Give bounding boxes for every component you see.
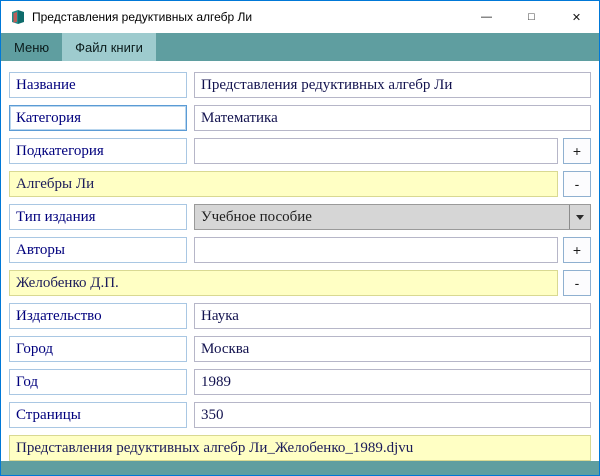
book-icon	[10, 9, 26, 25]
app-window: Представления редуктивных алгебр Ли — □ …	[0, 0, 600, 476]
row-file-name: Представления редуктивных алгебр Ли_Жело…	[9, 435, 591, 461]
authors-label: Авторы	[9, 237, 187, 263]
add-author-button[interactable]: +	[563, 237, 591, 263]
row-title: Название	[9, 72, 591, 98]
city-label: Город	[9, 336, 187, 362]
row-category: Категория	[9, 105, 591, 131]
titlebar: Представления редуктивных алгебр Ли — □ …	[1, 1, 599, 33]
title-label: Название	[9, 72, 187, 98]
window-controls: — □ ✕	[464, 1, 599, 33]
row-pages: Страницы	[9, 402, 591, 428]
remove-author-button[interactable]: -	[563, 270, 591, 296]
subcategory-label: Подкатегория	[9, 138, 187, 164]
window-title: Представления редуктивных алгебр Ли	[32, 10, 464, 24]
category-input[interactable]	[194, 105, 591, 131]
menu-item-book-file[interactable]: Файл книги	[62, 33, 156, 61]
close-button[interactable]: ✕	[554, 1, 599, 33]
row-subcategory: Подкатегория +	[9, 138, 591, 164]
subcategory-input[interactable]	[194, 138, 558, 164]
publication-type-select[interactable]: Учебное пособие	[194, 204, 591, 230]
chevron-down-icon	[569, 205, 590, 229]
menu-bar: Меню Файл книги	[1, 33, 599, 61]
maximize-button[interactable]: □	[509, 1, 554, 33]
pages-input[interactable]	[194, 402, 591, 428]
row-city: Город	[9, 336, 591, 362]
row-author-tag: Желобенко Д.П. -	[9, 270, 591, 296]
pages-label: Страницы	[9, 402, 187, 428]
author-tag: Желобенко Д.П.	[9, 270, 558, 296]
row-year: Год	[9, 369, 591, 395]
category-label: Категория	[9, 105, 187, 131]
city-input[interactable]	[194, 336, 591, 362]
publication-type-value: Учебное пособие	[201, 209, 312, 226]
row-publication-type: Тип издания Учебное пособие	[9, 204, 591, 230]
row-subcategory-tag: Алгебры Ли -	[9, 171, 591, 197]
year-input[interactable]	[194, 369, 591, 395]
minimize-button[interactable]: —	[464, 1, 509, 33]
subcategory-tag: Алгебры Ли	[9, 171, 558, 197]
title-input[interactable]	[194, 72, 591, 98]
publication-type-label: Тип издания	[9, 204, 187, 230]
authors-input[interactable]	[194, 237, 558, 263]
file-name-field: Представления редуктивных алгебр Ли_Жело…	[9, 435, 591, 461]
menu-item-menu[interactable]: Меню	[1, 33, 62, 61]
add-subcategory-button[interactable]: +	[563, 138, 591, 164]
remove-subcategory-button[interactable]: -	[563, 171, 591, 197]
book-form: Название Категория Подкатегория + Алгебр…	[1, 61, 599, 461]
year-label: Год	[9, 369, 187, 395]
publisher-input[interactable]	[194, 303, 591, 329]
publisher-label: Издательство	[9, 303, 187, 329]
row-publisher: Издательство	[9, 303, 591, 329]
row-authors: Авторы +	[9, 237, 591, 263]
bottom-strip	[1, 461, 599, 475]
